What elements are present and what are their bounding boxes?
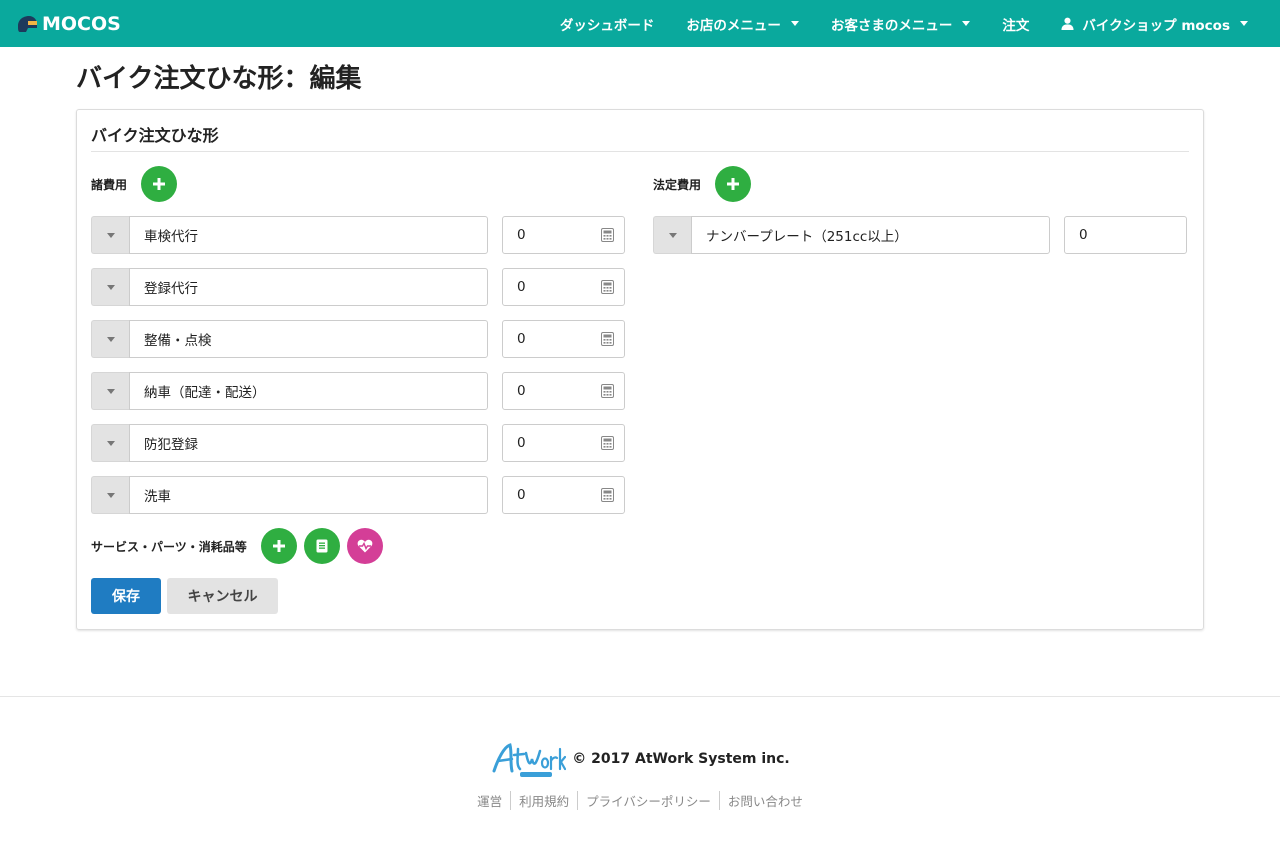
- copyright-text: © 2017 AtWork System inc.: [572, 751, 790, 767]
- nav-shop-menu-label: お店のメニュー: [686, 17, 781, 34]
- misc-fee-row: 車検代行 0: [91, 216, 625, 254]
- footer: © 2017 AtWork System inc. 運営 利用規約 プライバシー…: [0, 696, 1280, 810]
- nav-dashboard[interactable]: ダッシュボード: [544, 0, 671, 47]
- footer-links: 運営 利用規約 プライバシーポリシー お問い合わせ: [0, 791, 1280, 810]
- fee-dropdown-button[interactable]: [91, 424, 129, 462]
- add-service-button[interactable]: [260, 528, 297, 564]
- caret-down-icon: [668, 232, 677, 238]
- calculator-icon[interactable]: [601, 228, 614, 242]
- navbar: MOCOS ダッシュボード お店のメニュー お客さまのメニュー 注文 バイクショ…: [0, 0, 1280, 47]
- fee-amount-value: 0: [517, 279, 526, 295]
- misc-fees-label: 諸費用: [91, 177, 128, 192]
- page-title: バイク注文ひな形：編集: [76, 64, 362, 94]
- fee-dropdown-button[interactable]: [653, 216, 691, 254]
- fee-amount-input[interactable]: 0: [502, 216, 625, 254]
- fee-amount-input[interactable]: 0: [502, 320, 625, 358]
- legal-fees-column: 法定費用 ナンバープレート（251cc以上） 0: [653, 166, 1187, 614]
- fee-amount-value: 0: [517, 227, 526, 243]
- footer-link-terms[interactable]: 利用規約: [510, 791, 577, 810]
- fee-amount-value: 0: [1079, 227, 1088, 243]
- nav-orders[interactable]: 注文: [986, 0, 1045, 47]
- nav-shop-menu[interactable]: お店のメニュー: [670, 0, 815, 47]
- panel-title: バイク注文ひな形: [91, 122, 1189, 152]
- misc-fee-row: 納車（配達・配送） 0: [91, 372, 625, 410]
- caret-down-icon: [106, 440, 115, 446]
- cancel-button[interactable]: キャンセル: [167, 578, 278, 614]
- fee-name-input[interactable]: 車検代行: [129, 216, 488, 254]
- misc-fee-row: 洗車 0: [91, 476, 625, 514]
- fee-name-input[interactable]: 防犯登録: [129, 424, 488, 462]
- plus-icon: [727, 178, 740, 190]
- fee-name-input[interactable]: ナンバープレート（251cc以上）: [691, 216, 1050, 254]
- brand[interactable]: MOCOS: [16, 13, 121, 35]
- fee-name-input[interactable]: 登録代行: [129, 268, 488, 306]
- add-misc-fee-button[interactable]: [141, 166, 178, 202]
- fee-dropdown-button[interactable]: [91, 216, 129, 254]
- fee-amount-value: 0: [517, 331, 526, 347]
- caret-down-icon: [106, 388, 115, 394]
- user-icon: [1061, 17, 1074, 30]
- calculator-icon[interactable]: [601, 332, 614, 346]
- health-check-button[interactable]: [346, 528, 383, 564]
- fee-amount-input[interactable]: 0: [502, 476, 625, 514]
- add-legal-fee-button[interactable]: [715, 166, 752, 202]
- caret-down-icon: [106, 492, 115, 498]
- fee-dropdown-button[interactable]: [91, 268, 129, 306]
- services-label: サービス・パーツ・消耗品等: [91, 539, 247, 554]
- misc-fee-row: 整備・点検 0: [91, 320, 625, 358]
- fee-dropdown-button[interactable]: [91, 320, 129, 358]
- nav-user-label: バイクショップ mocos: [1082, 17, 1230, 34]
- fee-amount-input[interactable]: 0: [1064, 216, 1187, 254]
- fee-amount-input[interactable]: 0: [502, 372, 625, 410]
- services-section: サービス・パーツ・消耗品等: [91, 528, 625, 564]
- misc-fee-row: 防犯登録 0: [91, 424, 625, 462]
- brand-name: MOCOS: [42, 12, 121, 35]
- book-icon: [316, 539, 328, 553]
- footer-link-privacy[interactable]: プライバシーポリシー: [577, 791, 719, 810]
- calculator-icon[interactable]: [601, 280, 614, 294]
- calculator-icon[interactable]: [601, 488, 614, 502]
- caret-down-icon: [106, 284, 115, 290]
- nav-customer-menu-label: お客さまのメニュー: [830, 17, 953, 34]
- misc-fee-row: 登録代行 0: [91, 268, 625, 306]
- fee-amount-input[interactable]: 0: [502, 268, 625, 306]
- nav-orders-label: 注文: [1002, 17, 1030, 34]
- fee-name-input[interactable]: 洗車: [129, 476, 488, 514]
- fee-amount-value: 0: [517, 383, 526, 399]
- main-container: バイク注文ひな形：編集 バイク注文ひな形 諸費用 車検代行 0 登録代行 0 整…: [76, 47, 1204, 630]
- caret-down-icon: [106, 336, 115, 342]
- nav-dashboard-label: ダッシュボード: [559, 17, 655, 34]
- caret-down-icon: [790, 21, 799, 26]
- calculator-icon[interactable]: [601, 384, 614, 398]
- fee-amount-input[interactable]: 0: [502, 424, 625, 462]
- fee-amount-value: 0: [517, 435, 526, 451]
- fee-name-input[interactable]: 納車（配達・配送）: [129, 372, 488, 410]
- plus-icon: [272, 540, 285, 552]
- legal-fee-row: ナンバープレート（251cc以上） 0: [653, 216, 1187, 254]
- caret-down-icon: [106, 232, 115, 238]
- fee-dropdown-button[interactable]: [91, 372, 129, 410]
- footer-link-contact[interactable]: お問い合わせ: [718, 791, 811, 810]
- atwork-logo-icon: [490, 739, 567, 779]
- fee-amount-value: 0: [517, 487, 526, 503]
- template-panel: バイク注文ひな形 諸費用 車検代行 0 登録代行 0 整備・点検 0 納車（配達…: [76, 109, 1204, 630]
- caret-down-icon: [1240, 21, 1248, 26]
- caret-down-icon: [962, 21, 971, 26]
- legal-fees-label: 法定費用: [653, 177, 702, 192]
- fee-dropdown-button[interactable]: [91, 476, 129, 514]
- calculator-icon[interactable]: [601, 436, 614, 450]
- plus-icon: [153, 178, 166, 190]
- helmet-logo-icon: [16, 14, 38, 34]
- parts-catalog-button[interactable]: [303, 528, 340, 564]
- nav-user-menu[interactable]: バイクショップ mocos: [1045, 0, 1264, 47]
- nav-customer-menu[interactable]: お客さまのメニュー: [815, 0, 987, 47]
- misc-fees-column: 諸費用 車検代行 0 登録代行 0 整備・点検 0 納車（配達・配送） 0 防犯…: [91, 166, 625, 614]
- heartbeat-icon: [357, 539, 373, 553]
- save-button[interactable]: 保存: [91, 578, 161, 614]
- fee-name-input[interactable]: 整備・点検: [129, 320, 488, 358]
- footer-link-operator[interactable]: 運営: [469, 791, 510, 810]
